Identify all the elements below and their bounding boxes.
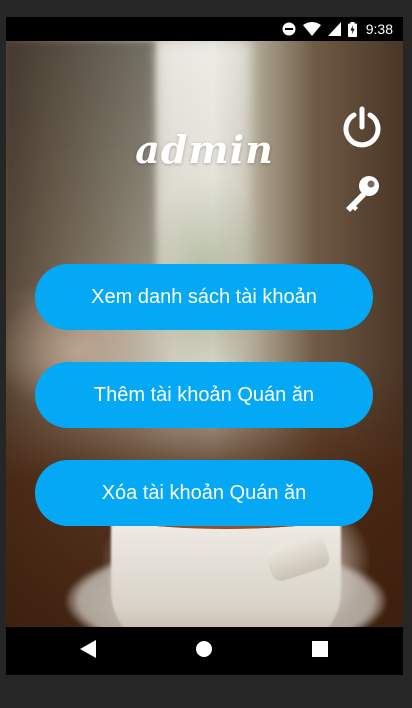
- phone-screen: 9:38 admin Xem danh sách tài khoản Thêm …: [6, 17, 403, 675]
- main-screen: admin Xem danh sách tài khoản Thêm tài k…: [6, 41, 403, 627]
- recent-apps-button[interactable]: [300, 635, 340, 667]
- home-icon: [195, 640, 213, 662]
- do-not-disturb-icon: [282, 22, 296, 36]
- delete-restaurant-account-button[interactable]: Xóa tài khoản Quán ăn: [35, 460, 373, 526]
- power-icon: [341, 106, 383, 154]
- back-button[interactable]: [68, 635, 108, 667]
- key-icon: [342, 173, 382, 217]
- view-accounts-button[interactable]: Xem danh sách tài khoản: [35, 264, 373, 330]
- device-frame: 9:38 admin Xem danh sách tài khoản Thêm …: [0, 0, 412, 708]
- status-icons: 9:38: [282, 20, 393, 38]
- wifi-icon: [302, 22, 321, 36]
- battery-charging-icon: [347, 21, 357, 37]
- power-button[interactable]: [338, 106, 386, 154]
- add-restaurant-account-button[interactable]: Thêm tài khoản Quán ăn: [35, 362, 373, 428]
- status-bar: 9:38: [6, 17, 403, 41]
- recent-apps-icon: [312, 641, 328, 661]
- back-icon: [80, 640, 96, 662]
- clock: 9:38: [365, 21, 393, 37]
- signal-icon: [327, 22, 341, 36]
- change-password-button[interactable]: [338, 171, 386, 219]
- navigation-bar: [6, 627, 403, 675]
- home-button[interactable]: [184, 635, 224, 667]
